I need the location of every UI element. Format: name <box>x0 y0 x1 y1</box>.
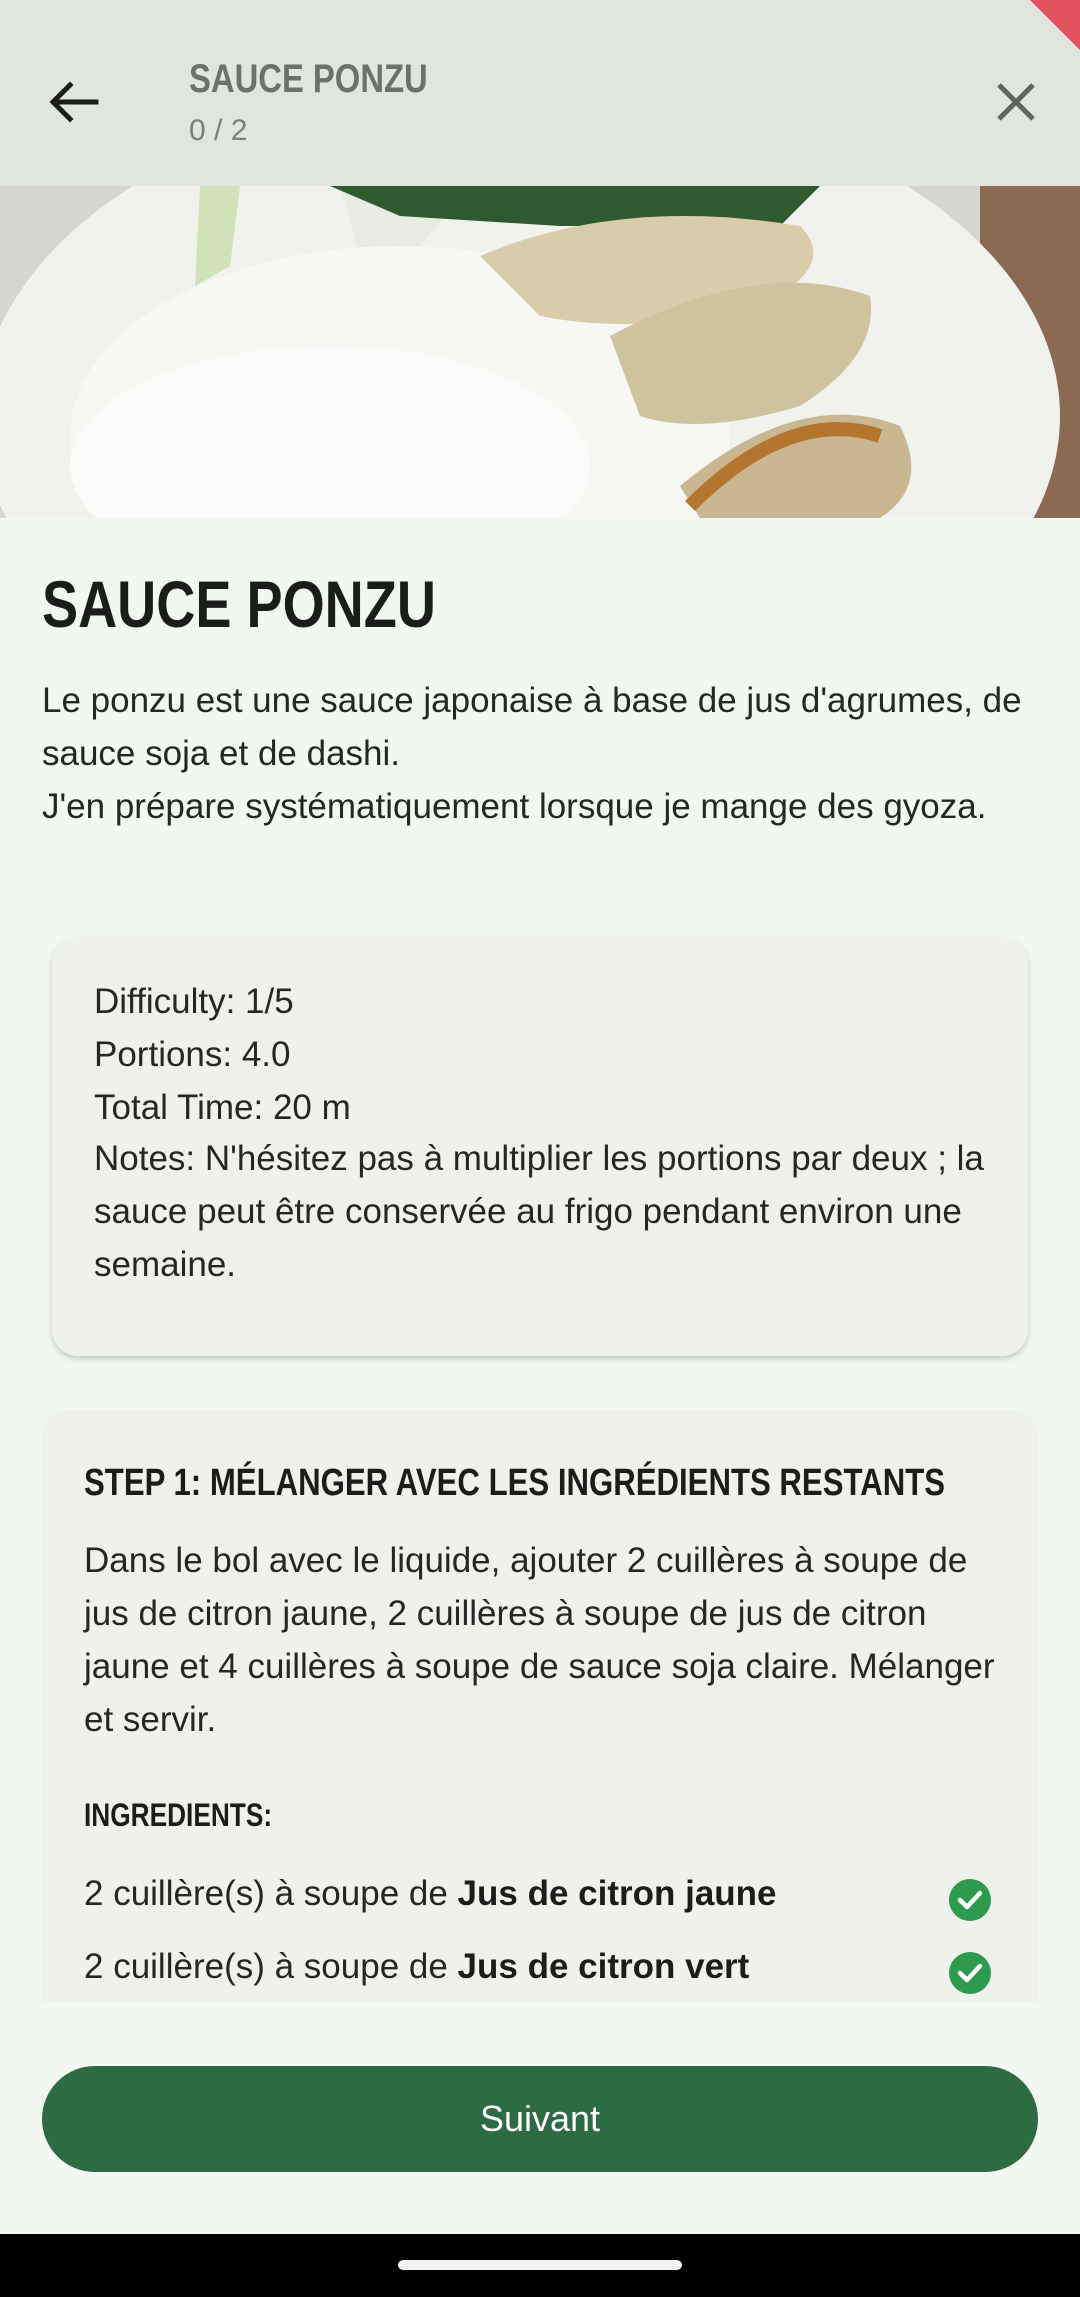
close-button[interactable] <box>976 62 1056 142</box>
ingredient-name: Jus de citron jaune <box>457 1874 777 1913</box>
debug-corner-ribbon <box>1030 0 1080 50</box>
back-button[interactable] <box>34 62 114 142</box>
step-card: STEP 1: MÉLANGER AVEC LES INGRÉDIENTS RE… <box>42 1410 1038 2030</box>
difficulty-text: Difficulty: 1/5 <box>94 982 294 1021</box>
notes-text: Notes: N'hésitez pas à multiplier les po… <box>94 1139 984 1284</box>
bottom-action-area: Suivant <box>0 2002 1080 2234</box>
arrow-back-icon <box>49 81 99 123</box>
system-navigation-bar <box>0 2234 1080 2297</box>
ingredient-name: Jus de citron vert <box>457 1947 750 1986</box>
home-gesture-handle[interactable] <box>398 2260 682 2270</box>
ingredient-row[interactable]: 2 cuillère(s) à soupe de Jus de citron v… <box>84 1947 984 2007</box>
ingredient-row[interactable]: 2 cuillère(s) à soupe de Jus de citron j… <box>84 1874 984 1934</box>
recipe-description: Le ponzu est une sauce japonaise à base … <box>42 681 1022 826</box>
ingredients-heading-text: INGREDIENTS: <box>84 1797 273 1833</box>
appbar-title: SAUCE PONZU <box>189 56 480 102</box>
step-title: STEP 1: MÉLANGER AVEC LES INGRÉDIENTS RE… <box>84 1460 1038 1505</box>
recipe-title: SAUCE PONZU <box>42 566 522 643</box>
ingredient-quantity: 2 cuillère(s) à soupe de <box>84 1947 458 1986</box>
recipe-title-text: SAUCE PONZU <box>42 567 436 641</box>
close-icon <box>997 83 1035 121</box>
top-app-bar: SAUCE PONZU 0 / 2 <box>0 0 1080 186</box>
check-circle-icon[interactable] <box>948 1951 992 1995</box>
portions-text: Portions: 4.0 <box>94 1035 291 1074</box>
check-circle-icon[interactable] <box>948 1878 992 1922</box>
ingredient-quantity: 2 cuillère(s) à soupe de <box>84 1874 458 1913</box>
ingredients-heading: INGREDIENTS: <box>84 1796 313 1834</box>
recipe-info-card: Difficulty: 1/5 Portions: 4.0 Total Time… <box>52 938 1028 1356</box>
total-time-text: Total Time: 20 m <box>94 1088 351 1127</box>
step-title-text: STEP 1: MÉLANGER AVEC LES INGRÉDIENTS RE… <box>84 1462 946 1504</box>
step-instructions: Dans le bol avec le liquide, ajouter 2 c… <box>84 1541 995 1739</box>
next-button[interactable]: Suivant <box>42 2066 1038 2172</box>
step-progress: 0 / 2 <box>189 114 248 147</box>
recipe-photo <box>0 186 1080 518</box>
appbar-title-text: SAUCE PONZU <box>189 57 428 101</box>
